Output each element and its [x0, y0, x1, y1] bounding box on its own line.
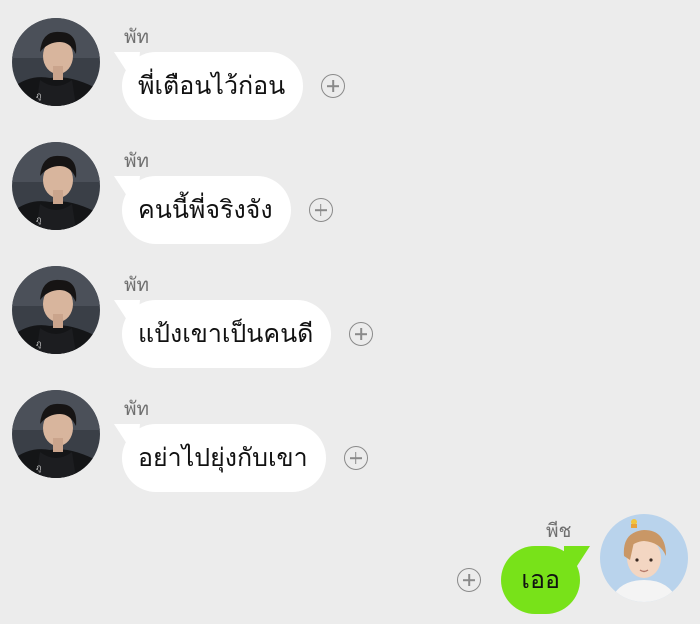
sender-name: พัท — [124, 274, 150, 296]
message-bubble[interactable]: อย่าไปยุ่งกับเขา — [122, 424, 326, 492]
sender-name: พัท — [124, 26, 150, 48]
contact-avatar[interactable]: ภู — [12, 266, 100, 354]
message-content: แป้งเขาเป็นคนดี — [122, 300, 374, 368]
message-bubble[interactable]: พี่เตือนไว้ก่อน — [122, 52, 304, 120]
add-reaction-icon[interactable] — [343, 446, 368, 470]
message-content: พี่เตือนไว้ก่อน — [122, 52, 346, 120]
dark-hoodie-portrait-avatar: ภู — [12, 18, 100, 106]
add-reaction-icon[interactable] — [321, 74, 346, 98]
svg-text:ภู: ภู — [36, 463, 41, 473]
svg-text:ภู: ภู — [36, 215, 41, 225]
chat-thread: ภู พัท พี่เตือนไว้ก่อน ภู พัท คนนี้พี่จร… — [0, 0, 700, 624]
svg-text:ภู: ภู — [36, 91, 41, 101]
message-content: อย่าไปยุ่งกับเขา — [122, 424, 368, 492]
sender-name: พัท — [124, 150, 150, 172]
message-bubble-outgoing[interactable]: เออ — [501, 546, 580, 614]
add-reaction-icon[interactable] — [349, 322, 374, 346]
svg-text:ภู: ภู — [36, 339, 41, 349]
message-bubble[interactable]: แป้งเขาเป็นคนดี — [122, 300, 332, 368]
contact-avatar[interactable]: ภู — [12, 18, 100, 106]
add-reaction-icon[interactable] — [457, 568, 482, 592]
message-row: ภู พัท อย่าไปยุ่งกับเขา — [12, 390, 612, 500]
add-reaction-icon[interactable] — [308, 198, 333, 222]
message-content: คนนี้พี่จริงจัง — [122, 176, 333, 244]
sender-name: พัท — [124, 398, 150, 420]
my-avatar[interactable] — [600, 514, 688, 602]
contact-avatar[interactable]: ภู — [12, 390, 100, 478]
contact-avatar[interactable]: ภู — [12, 142, 100, 230]
message-bubble[interactable]: คนนี้พี่จริงจัง — [122, 176, 291, 244]
dark-hoodie-portrait-avatar: ภู — [12, 266, 100, 354]
light-portrait-avatar — [600, 514, 688, 602]
message-row-outgoing: พีช เออ — [0, 510, 700, 624]
message-row: ภู พัท พี่เตือนไว้ก่อน — [12, 18, 612, 128]
my-name: พีช — [546, 520, 572, 542]
dark-hoodie-portrait-avatar: ภู — [12, 390, 100, 478]
message-row: ภู พัท คนนี้พี่จริงจัง — [12, 142, 612, 252]
message-content: เออ — [457, 546, 580, 614]
message-row: ภู พัท แป้งเขาเป็นคนดี — [12, 266, 612, 376]
dark-hoodie-portrait-avatar: ภู — [12, 142, 100, 230]
